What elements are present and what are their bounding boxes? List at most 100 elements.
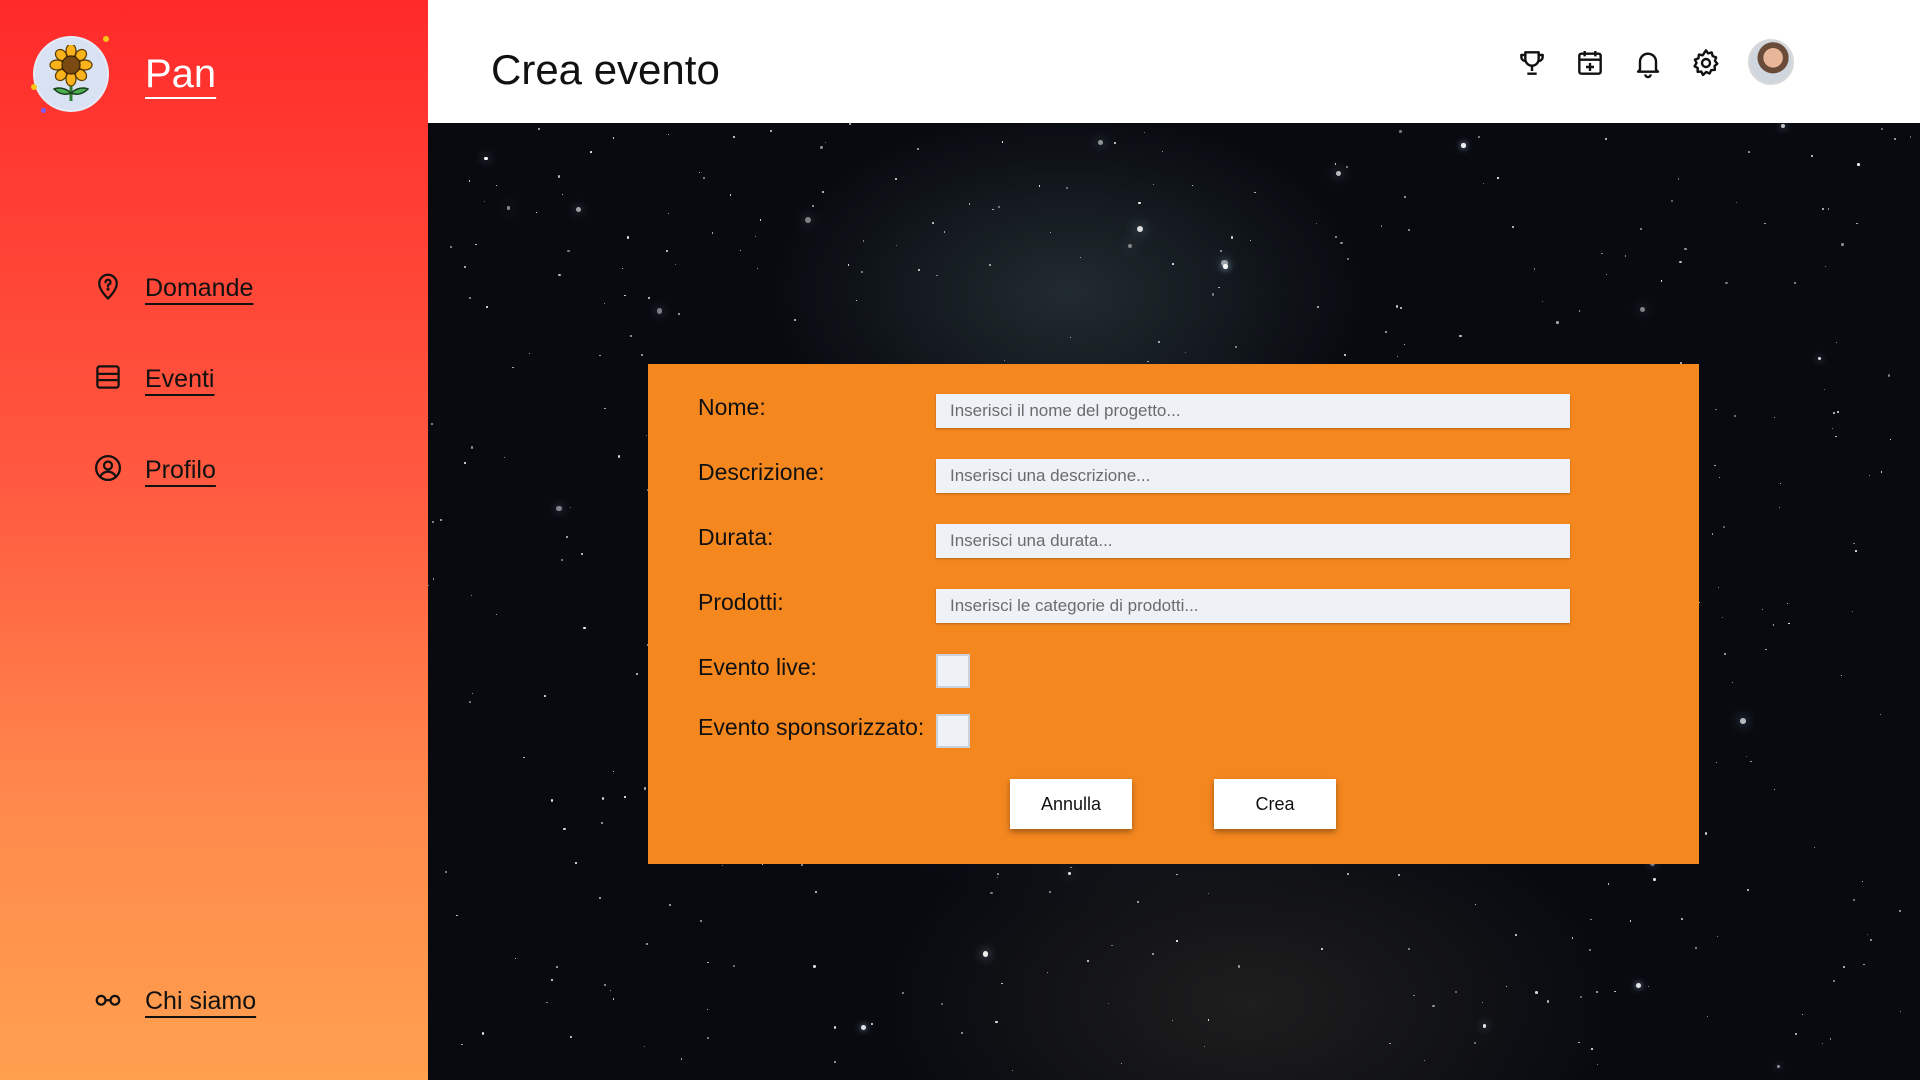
star-decoration <box>590 151 592 153</box>
star-decoration <box>943 231 946 233</box>
star-decoration <box>1340 242 1343 245</box>
sidebar-item-eventi[interactable]: Eventi <box>93 362 214 397</box>
star-decoration <box>557 175 560 178</box>
star-decoration <box>1810 154 1813 158</box>
star-decoration <box>847 264 850 266</box>
star-decoration <box>871 1023 873 1025</box>
duration-input[interactable] <box>936 524 1570 558</box>
star-decoration <box>1250 239 1251 241</box>
star-decoration <box>643 787 647 790</box>
star-decoration <box>1763 222 1766 225</box>
star-decoration <box>563 827 566 831</box>
star-decoration <box>1773 788 1776 791</box>
star-decoration <box>824 141 826 144</box>
star-decoration <box>1677 178 1680 180</box>
settings-icon[interactable] <box>1690 47 1722 79</box>
star-decoration <box>895 178 897 180</box>
star-decoration <box>1596 991 1599 994</box>
star-decoration <box>1778 507 1780 509</box>
name-input[interactable] <box>936 394 1570 428</box>
star-decoration <box>707 1037 710 1040</box>
star-decoration <box>862 240 865 242</box>
star-decoration <box>1211 292 1215 296</box>
star-decoration <box>1176 940 1178 942</box>
star-decoration <box>1317 305 1320 308</box>
star-decoration <box>1717 936 1719 938</box>
star-decoration <box>1639 228 1642 231</box>
sidebar-item-label[interactable]: Chi siamo <box>145 987 256 1016</box>
star-decoration <box>1852 898 1855 901</box>
star-decoration <box>1347 258 1349 260</box>
star-decoration <box>1746 755 1748 757</box>
star-decoration <box>1851 611 1853 613</box>
star-decoration <box>711 232 714 234</box>
description-input[interactable] <box>936 459 1570 493</box>
star-decoration <box>1191 185 1194 187</box>
calendar-plus-icon[interactable] <box>1574 47 1606 79</box>
star-decoration <box>968 203 971 205</box>
field-row-descrizione: Descrizione: <box>698 459 825 486</box>
star-decoration <box>1120 1062 1123 1065</box>
star-decoration <box>1725 281 1728 285</box>
star-decoration <box>1223 264 1228 269</box>
app-name[interactable]: Pan <box>145 52 216 97</box>
star-decoration <box>1047 971 1049 973</box>
star-decoration <box>1080 257 1082 259</box>
star-decoration <box>656 308 663 314</box>
live-event-checkbox[interactable] <box>936 654 970 688</box>
star-decoration <box>1398 873 1401 876</box>
star-decoration <box>635 672 638 675</box>
create-event-form: Nome: Descrizione: Durata: Prodotti: Eve… <box>648 364 1699 864</box>
star-decoration <box>996 876 998 878</box>
star-decoration <box>1049 890 1052 893</box>
star-decoration <box>989 264 991 266</box>
star-decoration <box>1779 482 1782 485</box>
star-decoration <box>1344 354 1347 357</box>
star-decoration <box>1147 360 1149 362</box>
star-decoration <box>1607 883 1610 885</box>
star-decoration <box>1899 909 1902 912</box>
sidebar: Pan Domande Eventi Profilo Chi siamo <box>0 0 428 1080</box>
star-decoration <box>849 123 851 125</box>
star-decoration <box>431 520 434 524</box>
checkbox-label: Evento sponsorizzato: <box>698 714 925 740</box>
brand[interactable]: Pan <box>31 36 216 113</box>
star-decoration <box>449 246 452 249</box>
star-decoration <box>665 249 668 252</box>
star-decoration <box>1546 1000 1550 1003</box>
star-decoration <box>1578 310 1581 313</box>
star-decoration <box>1835 435 1838 438</box>
star-decoration <box>470 594 473 596</box>
sidebar-item-domande[interactable]: Domande <box>93 271 253 306</box>
sidebar-item-profilo[interactable]: Profilo <box>93 453 216 488</box>
star-decoration <box>621 268 623 269</box>
create-button[interactable]: Crea <box>1214 779 1336 829</box>
star-decoration <box>1699 602 1701 604</box>
cancel-button[interactable]: Annulla <box>1010 779 1132 829</box>
star-decoration <box>496 185 498 187</box>
star-decoration <box>861 1024 867 1030</box>
trophy-icon[interactable] <box>1516 47 1548 79</box>
star-decoration <box>569 506 572 508</box>
star-decoration <box>567 249 570 253</box>
star-decoration <box>556 505 562 512</box>
sunflower-logo-icon <box>31 36 109 113</box>
star-decoration <box>1605 138 1608 141</box>
sidebar-item-chi-siamo[interactable]: Chi siamo <box>93 984 256 1019</box>
sidebar-item-label[interactable]: Eventi <box>145 365 214 394</box>
star-decoration <box>1399 307 1402 310</box>
sidebar-item-label[interactable]: Domande <box>145 274 253 303</box>
star-decoration <box>1396 305 1399 308</box>
avatar[interactable] <box>1748 39 1794 85</box>
star-decoration <box>1315 223 1317 225</box>
sponsored-event-checkbox[interactable] <box>936 714 970 748</box>
star-decoration <box>645 942 648 945</box>
star-decoration <box>1086 960 1089 963</box>
sidebar-item-label[interactable]: Profilo <box>145 456 216 485</box>
products-input[interactable] <box>936 589 1570 623</box>
page-title: Crea evento <box>491 46 720 93</box>
star-decoration <box>1459 334 1462 337</box>
star-decoration <box>444 871 447 874</box>
star-decoration <box>1254 191 1256 194</box>
bell-icon[interactable] <box>1632 47 1664 79</box>
